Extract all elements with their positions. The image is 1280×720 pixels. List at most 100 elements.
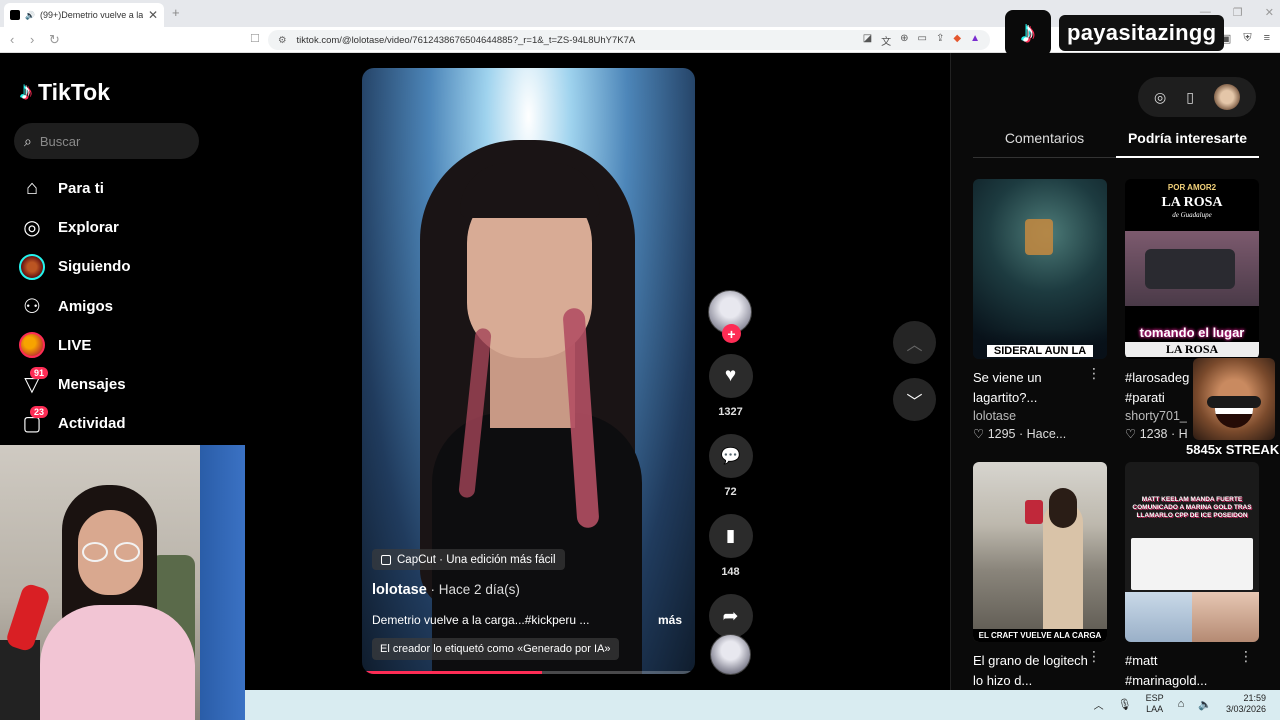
tiktok-logo[interactable]: ♪ TikTok	[20, 78, 110, 106]
webcam-overlay	[0, 445, 245, 720]
microphone-tray-icon[interactable]: 🎙	[1118, 698, 1132, 711]
system-tray: ︿ 🎙 ESP LAA ⌂ 🔈 21:59 3/03/2026	[1094, 693, 1266, 715]
network-icon[interactable]: ⌂	[1178, 698, 1185, 710]
post-age: · Hace 2 día(s)	[426, 582, 520, 597]
home-icon: ⌂	[25, 177, 39, 200]
activity-icon: ▢ 23	[18, 405, 49, 438]
reload-button[interactable]: ↻	[49, 32, 60, 48]
nav-item-explorar[interactable]: ◎ Explorar	[18, 208, 131, 247]
zoom-icon[interactable]: ⊕	[900, 33, 908, 48]
url-text: tiktok.com/@lolotase/video/7612438676504…	[296, 34, 636, 46]
next-video-button[interactable]: ﹀	[893, 378, 936, 421]
clock[interactable]: 21:59 3/03/2026	[1226, 693, 1266, 715]
more-options-icon[interactable]: ⋮	[1087, 648, 1101, 665]
toolbar-extras: ▣ ⛨ ≡	[1221, 32, 1270, 45]
cast-icon[interactable]: ▭	[918, 33, 927, 48]
maximize-button[interactable]: ❐	[1233, 6, 1243, 19]
video-progress-bar[interactable]	[362, 671, 695, 674]
explore-mode-icon[interactable]: ◎	[1154, 89, 1166, 106]
share-icon[interactable]: ⇪	[936, 33, 944, 48]
comment-icon: 💬	[720, 448, 741, 465]
suggested-video-card[interactable]: MATT KEELAM MANDA FUERTE COMUNICADO A MA…	[1125, 462, 1259, 691]
browser-tab[interactable]: 🔊 (99+)Demetrio vuelve a la carga ✕	[4, 3, 164, 27]
profile-avatar[interactable]	[1213, 84, 1240, 110]
forward-button[interactable]: ›	[30, 32, 34, 47]
url-actions: ◪ 文 ⊕ ▭ ⇪ ◆ ▲	[863, 33, 980, 48]
back-button[interactable]: ‹	[10, 32, 14, 47]
card-stats: ♡ 1295 · Hace...	[973, 427, 1067, 441]
card-author: lolotase	[973, 409, 1017, 423]
video-author[interactable]: lolotase · Hace 2 día(s)	[372, 582, 520, 598]
streak-meme-image	[1193, 358, 1275, 440]
video-thumbnail[interactable]: SIDERAL AUN LA	[973, 179, 1107, 359]
brave-shield-icon[interactable]: ◆	[953, 33, 961, 48]
video-player[interactable]: CapCut · Una edición más fácil lolotase …	[362, 68, 695, 674]
share-button[interactable]: ➦	[708, 594, 753, 638]
windows-taskbar: ︿ 🎙 ESP LAA ⌂ 🔈 21:59 3/03/2026	[245, 690, 1280, 720]
rewards-icon[interactable]: ▲	[970, 33, 980, 48]
nav-item-live[interactable]: LIVE	[18, 326, 131, 365]
close-tab-icon[interactable]: ✕	[148, 8, 158, 22]
bookmark-icon[interactable]: ☐	[250, 32, 260, 45]
reader-icon[interactable]: ◪	[863, 33, 872, 48]
nav-item-amigos[interactable]: ⚇ Amigos	[18, 287, 131, 326]
action-bar: + ♥ 1327 💬 72 ▮ 148 ➦ 100	[708, 290, 753, 658]
nav-label: Explorar	[58, 219, 119, 237]
video-thumbnail[interactable]: MATT KEELAM MANDA FUERTE COMUNICADO A MA…	[1125, 462, 1259, 642]
share-arrow-icon: ➦	[722, 605, 739, 627]
tray-expand-icon[interactable]: ︿	[1094, 697, 1104, 712]
tiktok-note-icon: ♪	[20, 78, 32, 105]
panel-tabs: Comentarios Podría interesarte	[973, 130, 1259, 158]
more-button[interactable]: más	[658, 613, 682, 627]
url-field[interactable]: ⚙ tiktok.com/@lolotase/video/76124386765…	[268, 30, 990, 50]
nav-item-actividad[interactable]: ▢ 23 Actividad	[18, 404, 131, 443]
nav-item-siguiendo[interactable]: Siguiendo	[18, 247, 131, 286]
nav-label: Mensajes	[58, 376, 126, 394]
suggested-video-card[interactable]: SIDERAL AUN LA Se viene un lagartito?...…	[973, 179, 1107, 441]
like-button[interactable]: ♥	[708, 354, 753, 398]
vpn-icon[interactable]: ⛨	[1243, 32, 1251, 45]
follow-plus-icon[interactable]: +	[722, 324, 741, 343]
suggested-video-card[interactable]: EL CRAFT VUELVE ALA CARGA El grano de lo…	[973, 462, 1107, 691]
site-info-icon[interactable]: ⚙	[278, 35, 287, 46]
search-icon: ⌕	[24, 132, 32, 149]
nav-label: Siguiendo	[58, 258, 131, 276]
creator-avatar[interactable]: +	[708, 290, 752, 343]
bookmark-icon: ▮	[725, 526, 736, 545]
tab-comentarios[interactable]: Comentarios	[973, 130, 1116, 158]
close-window-button[interactable]: ✕	[1265, 6, 1274, 19]
card-time: H	[1178, 427, 1188, 441]
video-thumbnail[interactable]: POR AMOR2 LA ROSA de Guadalupe tomando e…	[1125, 179, 1259, 359]
tab-podria-interesarte[interactable]: Podría interesarte	[1116, 130, 1259, 158]
more-options-icon[interactable]: ⋮	[1239, 648, 1253, 665]
tiktok-favicon-icon	[10, 10, 20, 20]
new-tab-button[interactable]: +	[172, 5, 180, 20]
video-thumbnail[interactable]: EL CRAFT VUELVE ALA CARGA	[973, 462, 1107, 642]
more-options-icon[interactable]: ⋮	[1087, 365, 1101, 382]
search-input[interactable]: ⌕ Buscar	[14, 123, 199, 159]
sound-disc-avatar[interactable]	[710, 634, 751, 675]
clock-time: 21:59	[1243, 693, 1266, 703]
streak-label: 5845x STREAK	[1186, 442, 1280, 457]
comment-button[interactable]: 💬	[708, 434, 753, 478]
streamer-tag: ♪ payasitazingg	[1005, 9, 1227, 57]
volume-icon[interactable]: 🔈	[1198, 698, 1212, 711]
chevron-down-icon: ﹀	[906, 393, 923, 411]
language-indicator[interactable]: ESP LAA	[1146, 693, 1164, 715]
following-avatar-icon	[18, 253, 46, 281]
messages-icon: ▽ 91	[18, 366, 49, 399]
nav-item-para-ti[interactable]: ⌂ Para ti	[18, 169, 131, 208]
save-button[interactable]: ▮	[708, 514, 753, 558]
menu-icon[interactable]: ≡	[1264, 32, 1270, 45]
thumbnail-brand: LA ROSA	[1161, 195, 1223, 210]
device-icon[interactable]: ▯	[1186, 89, 1194, 106]
capcut-tag[interactable]: CapCut · Una edición más fácil	[372, 549, 565, 570]
thumbnail-caption: MATT KEELAM MANDA FUERTE COMUNICADO A MA…	[1132, 496, 1252, 519]
previous-video-button[interactable]: ︿	[893, 321, 936, 364]
translate-icon[interactable]: 文	[881, 33, 891, 48]
nav-item-mensajes[interactable]: ▽ 91 Mensajes	[18, 365, 131, 404]
ai-generated-tag[interactable]: El creador lo etiquetó como «Generado po…	[372, 638, 619, 660]
capcut-icon	[381, 554, 391, 565]
search-placeholder: Buscar	[39, 133, 81, 149]
live-icon	[18, 331, 46, 359]
